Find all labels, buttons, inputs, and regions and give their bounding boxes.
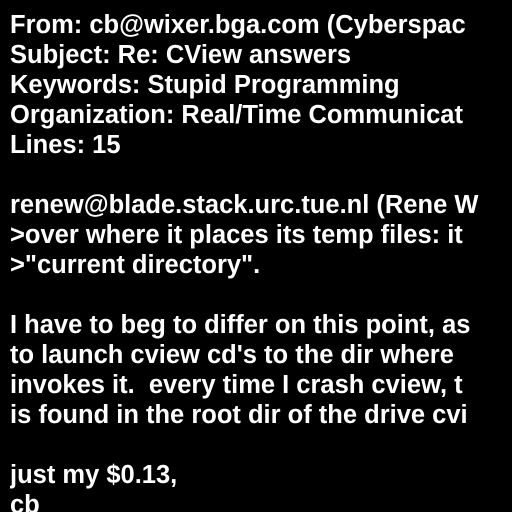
message-view: From: cb@wixer.bga.com (Cyberspac Subjec… <box>10 10 512 512</box>
header-lines: Lines: 15 <box>10 131 121 159</box>
body-line: invokes it. every time I crash cview, t <box>10 371 463 399</box>
body-line: I have to beg to differ on this point, a… <box>10 311 471 339</box>
header-subject: Subject: Re: CView answers <box>10 41 352 69</box>
body-line: is found in the root dir of the drive cv… <box>10 401 468 429</box>
signature-line: just my $0.13, <box>10 461 178 489</box>
header-from: From: cb@wixer.bga.com (Cyberspac <box>10 11 466 39</box>
quoted-line: >"current directory". <box>10 251 261 279</box>
quote-attribution: renew@blade.stack.urc.tue.nl (Rene W <box>10 191 479 219</box>
header-organization: Organization: Real/Time Communicat <box>10 101 463 129</box>
quoted-line: >over where it places its temp files: it <box>10 221 463 249</box>
signature-name: cb <box>10 491 40 512</box>
body-line: to launch cview cd's to the dir where <box>10 341 454 369</box>
header-keywords: Keywords: Stupid Programming <box>10 71 400 99</box>
